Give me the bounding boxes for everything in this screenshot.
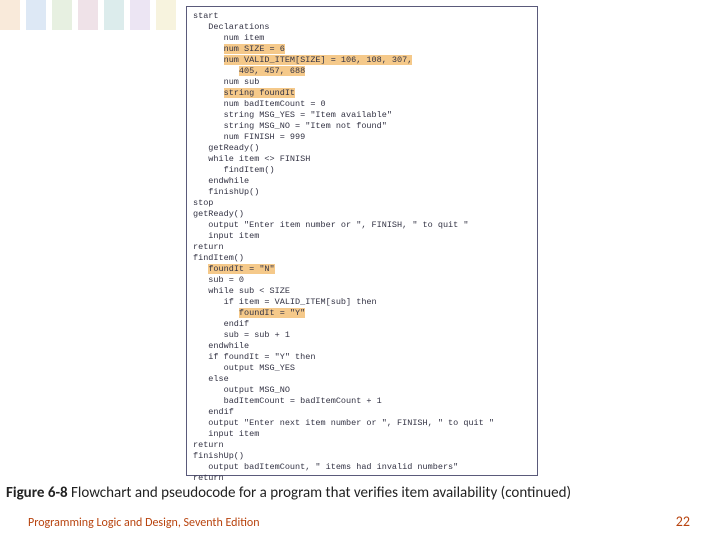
code-line: findItem() (193, 165, 531, 176)
figure-caption-text: Flowchart and pseudocode for a program t… (68, 484, 571, 502)
code-line: else (193, 374, 531, 385)
code-line: stop (193, 198, 531, 209)
code-line: foundIt = "Y" (193, 308, 531, 319)
code-line: foundIt = "N" (193, 264, 531, 275)
code-line: start (193, 11, 531, 22)
code-line: num SIZE = 6 (193, 44, 531, 55)
code-line: num VALID_ITEM[SIZE] = 106, 108, 307, (193, 55, 531, 66)
figure-number: Figure 6-8 (6, 484, 68, 502)
code-line: if foundIt = "Y" then (193, 352, 531, 363)
code-line: getReady() (193, 209, 531, 220)
code-line: endif (193, 407, 531, 418)
code-line: output MSG_YES (193, 363, 531, 374)
code-line: endif (193, 319, 531, 330)
code-line: num FINISH = 999 (193, 132, 531, 143)
code-line: findItem() (193, 253, 531, 264)
code-line: while item <> FINISH (193, 154, 531, 165)
code-line: output badItemCount, " items had invalid… (193, 462, 531, 473)
code-line: endwhile (193, 176, 531, 187)
code-line: while sub < SIZE (193, 286, 531, 297)
code-line: num sub (193, 77, 531, 88)
code-line: return (193, 242, 531, 253)
code-line: output "Enter item number or ", FINISH, … (193, 220, 531, 231)
code-line: finishUp() (193, 187, 531, 198)
code-line: output MSG_NO (193, 385, 531, 396)
code-line: sub = 0 (193, 275, 531, 286)
code-line: string foundIt (193, 88, 531, 99)
code-line: output "Enter next item number or ", FIN… (193, 418, 531, 429)
code-line: string MSG_NO = "Item not found" (193, 121, 531, 132)
footer-book-title: Programming Logic and Design, Seventh Ed… (28, 516, 260, 530)
pseudocode-listing: start Declarations num item num SIZE = 6… (186, 6, 538, 476)
code-line: finishUp() (193, 451, 531, 462)
code-line: num item (193, 33, 531, 44)
code-line: Declarations (193, 22, 531, 33)
figure-caption: Figure 6-8 Flowchart and pseudocode for … (6, 484, 714, 502)
code-line: 405, 457, 688 (193, 66, 531, 77)
code-line: getReady() (193, 143, 531, 154)
code-line: if item = VALID_ITEM[sub] then (193, 297, 531, 308)
page-number: 22 (676, 513, 690, 530)
code-line: sub = sub + 1 (193, 330, 531, 341)
code-line: num badItemCount = 0 (193, 99, 531, 110)
code-line: badItemCount = badItemCount + 1 (193, 396, 531, 407)
code-line: input item (193, 429, 531, 440)
code-line: return (193, 473, 531, 484)
code-line: input item (193, 231, 531, 242)
code-line: string MSG_YES = "Item available" (193, 110, 531, 121)
code-line: return (193, 440, 531, 451)
code-line: endwhile (193, 341, 531, 352)
